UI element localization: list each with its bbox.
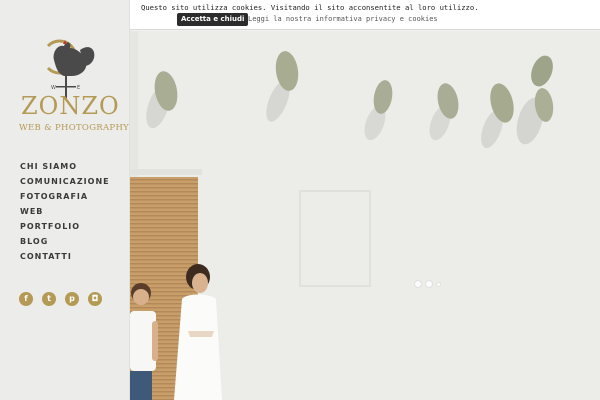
social-links: f t p ◘ [19, 292, 102, 306]
hero-slideshow[interactable] [130, 31, 600, 400]
svg-text:E: E [77, 85, 80, 91]
nav-item-blog[interactable]: BLOG [20, 235, 110, 250]
nav-item-contatti[interactable]: CONTATTI [20, 250, 110, 265]
logo-wordmark[interactable]: ZONZO [21, 92, 119, 120]
nav-item-portfolio[interactable]: PORTFOLIO [20, 220, 110, 235]
sidebar: W E ZONZO WEB & PHOTOGRAPHY CHI SIAMO CO… [0, 0, 130, 400]
main-nav: CHI SIAMO COMUNICAZIONE FOTOGRAFIA WEB P… [20, 160, 110, 265]
logo-subtitle: WEB & PHOTOGRAPHY [19, 123, 130, 133]
privacy-policy-link[interactable]: Leggi la nostra informativa privacy e co… [248, 15, 438, 23]
cookie-message: Questo sito utilizza cookies. Visitando … [141, 3, 479, 12]
nav-item-fotografia[interactable]: FOTOGRAFIA [20, 190, 110, 205]
pinterest-icon[interactable]: p [65, 292, 79, 306]
accept-cookies-button[interactable]: Accetta e chiudi [177, 13, 249, 26]
svg-text:W: W [51, 85, 56, 91]
hero-photo [130, 31, 600, 400]
slider-dot[interactable] [414, 280, 422, 288]
slider-dot[interactable] [425, 280, 433, 288]
nav-item-web[interactable]: WEB [20, 205, 110, 220]
nav-item-chi-siamo[interactable]: CHI SIAMO [20, 160, 110, 175]
slider-dots [414, 280, 441, 288]
instagram-icon[interactable]: ◘ [88, 292, 102, 306]
slider-dot[interactable] [436, 281, 441, 287]
nav-item-comunicazione[interactable]: COMUNICAZIONE [20, 175, 110, 190]
facebook-icon[interactable]: f [19, 292, 33, 306]
cookie-banner: Questo sito utilizza cookies. Visitando … [130, 0, 600, 30]
twitter-icon[interactable]: t [42, 292, 56, 306]
